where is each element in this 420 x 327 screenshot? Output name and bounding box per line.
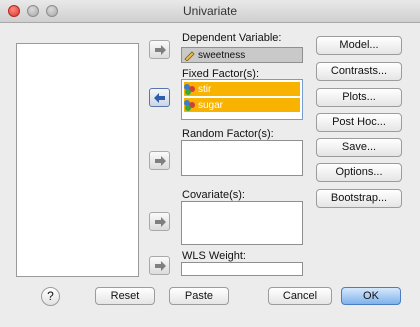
dependent-variable-value: sweetness xyxy=(198,49,246,61)
random-factors-list[interactable] xyxy=(181,140,303,176)
move-to-dependent-button[interactable] xyxy=(149,40,170,59)
dependent-variable-label: Dependent Variable: xyxy=(182,32,282,44)
covariates-list[interactable] xyxy=(181,201,303,245)
source-variable-list[interactable] xyxy=(16,43,139,277)
covariates-label: Covariate(s): xyxy=(182,189,245,201)
scale-ruler-icon xyxy=(184,50,195,61)
help-button[interactable]: ? xyxy=(41,287,60,306)
move-to-covariate-button[interactable] xyxy=(149,212,170,231)
save-button[interactable]: Save... xyxy=(316,138,402,157)
title-bar: Univariate xyxy=(0,0,420,23)
random-factors-label: Random Factor(s): xyxy=(182,128,274,140)
wls-weight-field[interactable] xyxy=(181,262,303,276)
arrow-right-icon xyxy=(154,155,166,166)
fixed-factors-list[interactable]: stir sugar xyxy=(181,79,303,120)
move-to-wls-button[interactable] xyxy=(149,256,170,275)
dependent-variable-item: sweetness xyxy=(184,48,245,62)
move-to-random-button[interactable] xyxy=(149,151,170,170)
univariate-dialog: Univariate Dependent Variable: sweetness… xyxy=(0,0,420,327)
plots-button[interactable]: Plots... xyxy=(316,88,402,107)
arrow-left-icon xyxy=(153,92,165,103)
list-item[interactable]: stir xyxy=(184,82,300,96)
bootstrap-button[interactable]: Bootstrap... xyxy=(316,189,402,208)
window-title: Univariate xyxy=(182,4,238,18)
wls-weight-label: WLS Weight: xyxy=(182,250,246,262)
nominal-variable-icon xyxy=(184,83,195,95)
fixed-factor-stir: stir xyxy=(198,83,212,95)
model-button[interactable]: Model... xyxy=(316,36,402,55)
nominal-variable-icon xyxy=(184,99,195,111)
ok-button[interactable]: OK xyxy=(341,287,401,305)
dependent-variable-field[interactable]: sweetness xyxy=(181,47,303,63)
arrow-right-icon xyxy=(154,216,166,227)
cancel-button[interactable]: Cancel xyxy=(268,287,332,305)
reset-button[interactable]: Reset xyxy=(95,287,155,305)
options-button[interactable]: Options... xyxy=(316,163,402,182)
paste-button[interactable]: Paste xyxy=(169,287,229,305)
contrasts-button[interactable]: Contrasts... xyxy=(316,62,402,81)
arrow-right-icon xyxy=(154,260,166,271)
fixed-factor-sugar: sugar xyxy=(198,99,224,111)
arrow-right-icon xyxy=(154,44,166,55)
post-hoc-button[interactable]: Post Hoc... xyxy=(316,113,402,132)
list-item[interactable]: sugar xyxy=(184,98,300,112)
move-fixed-factor-button[interactable] xyxy=(149,88,170,107)
